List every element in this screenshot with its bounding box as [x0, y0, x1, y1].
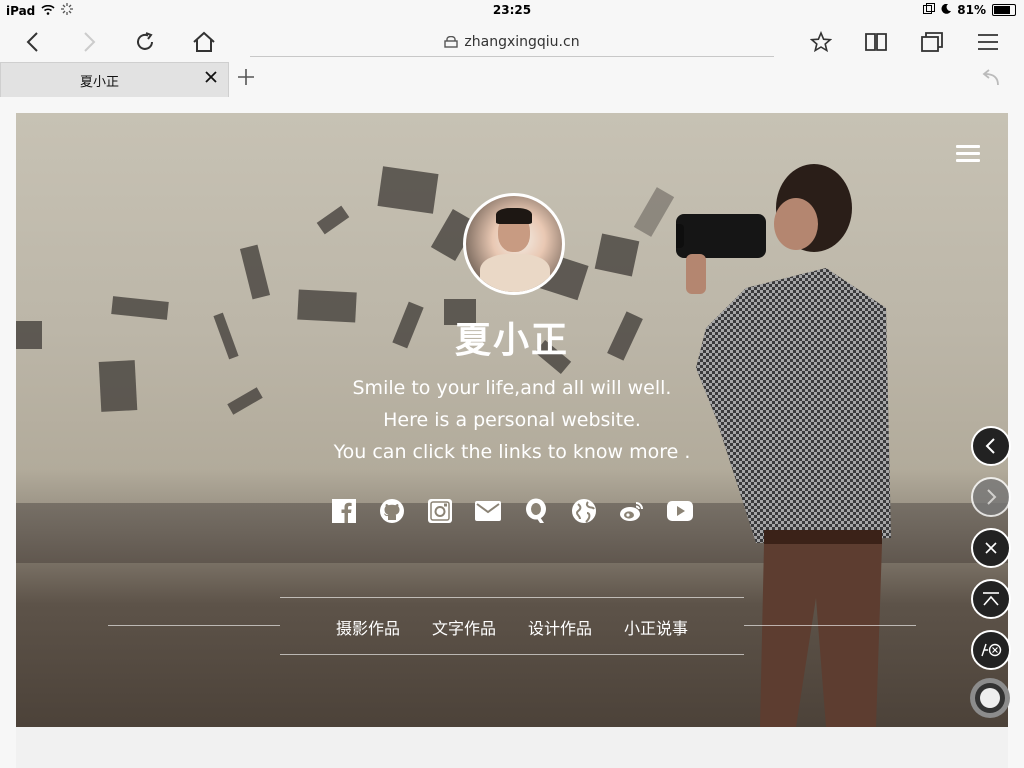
book-icon [865, 33, 887, 51]
address-text: zhangxingqiu.cn [464, 34, 580, 50]
flying-photo [594, 233, 640, 277]
youtube-icon [667, 501, 693, 521]
forward-icon [84, 32, 96, 52]
undo-close-button[interactable] [980, 67, 1002, 93]
mail-icon [475, 501, 501, 521]
weibo-icon [620, 502, 643, 521]
tagline-line-3: You can click the links to know more . [333, 441, 691, 463]
tabs-icon [921, 32, 943, 52]
screen-mirror-icon [923, 3, 936, 17]
chevron-left-icon [985, 438, 995, 454]
nav-design[interactable]: 设计作品 [528, 615, 592, 639]
lock-icon [444, 36, 459, 48]
github-icon [380, 499, 404, 523]
flying-photo [239, 244, 271, 300]
reload-button[interactable] [129, 26, 161, 58]
home-circle-icon [980, 688, 1000, 708]
address-bar[interactable]: zhangxingqiu.cn [250, 28, 774, 57]
chevron-right-icon [987, 489, 997, 505]
nav-photography[interactable]: 摄影作品 [336, 615, 400, 639]
forward-button[interactable] [74, 26, 106, 58]
menu-bar [956, 159, 980, 162]
close-icon [205, 71, 217, 83]
assistive-touch-button[interactable] [970, 678, 1010, 718]
tab-title: 夏小正 [79, 75, 119, 90]
flying-photo [377, 166, 439, 214]
site-menu-button[interactable] [956, 145, 980, 162]
bookmark-button[interactable] [805, 26, 837, 58]
undo-icon [982, 69, 999, 86]
flying-photo [316, 205, 350, 235]
nav-blog[interactable]: 小正说事 [624, 615, 688, 639]
site-owner-name: 夏小正 [454, 320, 569, 361]
add-icon [238, 69, 254, 85]
flying-photo [633, 187, 675, 237]
browser-menu-button[interactable] [972, 26, 1004, 58]
float-close-button[interactable] [971, 528, 1011, 568]
avatar-hair [496, 208, 532, 224]
float-clear-button[interactable] [971, 630, 1011, 670]
avatar-shirt [480, 254, 550, 292]
avatar[interactable] [463, 193, 565, 295]
reading-list-button[interactable] [860, 26, 892, 58]
weibo-link[interactable] [619, 498, 645, 524]
youtube-link[interactable] [667, 498, 693, 524]
status-bar: iPad 23:25 81% [0, 0, 1024, 22]
menu-bar [956, 152, 980, 155]
social-links [331, 498, 693, 524]
home-icon [193, 31, 215, 52]
status-right: 81% [923, 3, 1016, 17]
new-tab-button[interactable] [236, 65, 256, 93]
back-icon [26, 32, 38, 52]
tabs-button[interactable] [916, 26, 948, 58]
nav-divider-top [280, 597, 744, 598]
site-nav: 摄影作品 文字作品 设计作品 小正说事 [336, 615, 688, 639]
moon-icon [941, 3, 952, 17]
to-top-icon [983, 592, 999, 606]
tagline-line-1: Smile to your life,and all will well. [352, 377, 672, 399]
menu-icon [978, 34, 998, 50]
globe-icon [572, 499, 596, 523]
battery-icon [992, 4, 1016, 16]
back-button[interactable] [16, 26, 48, 58]
nav-divider-right [744, 625, 916, 626]
home-button[interactable] [188, 26, 220, 58]
browser-toolbar: zhangxingqiu.cn [0, 22, 1024, 62]
close-icon [985, 542, 997, 554]
facebook-icon [332, 499, 356, 523]
battery-percent: 81% [957, 3, 986, 17]
instagram-link[interactable] [427, 498, 453, 524]
clock: 23:25 [492, 3, 532, 17]
nav-writing[interactable]: 文字作品 [432, 615, 496, 639]
star-icon [810, 31, 832, 53]
page-footer-band [16, 727, 1008, 768]
battery-fill [994, 6, 1011, 14]
float-top-button[interactable] [971, 579, 1011, 619]
hero-section: 夏小正 Smile to your life,and all will well… [16, 113, 1008, 727]
github-link[interactable] [379, 498, 405, 524]
reload-icon [137, 32, 153, 50]
website-link[interactable] [571, 498, 597, 524]
email-link[interactable] [475, 498, 501, 524]
nav-divider-left [108, 625, 280, 626]
qq-icon [526, 498, 546, 523]
facebook-link[interactable] [331, 498, 357, 524]
tab-bar: 夏小正 [0, 62, 1024, 98]
instagram-icon [428, 499, 452, 523]
tab-close-button[interactable] [204, 70, 218, 88]
float-forward-button[interactable] [971, 477, 1011, 517]
tab-current[interactable]: 夏小正 [0, 62, 229, 97]
clear-icon [981, 643, 1002, 657]
menu-bar [956, 145, 980, 148]
float-back-button[interactable] [971, 426, 1011, 466]
qq-link[interactable] [523, 498, 549, 524]
tagline-line-2: Here is a personal website. [383, 409, 641, 431]
nav-divider-bottom [280, 654, 744, 655]
